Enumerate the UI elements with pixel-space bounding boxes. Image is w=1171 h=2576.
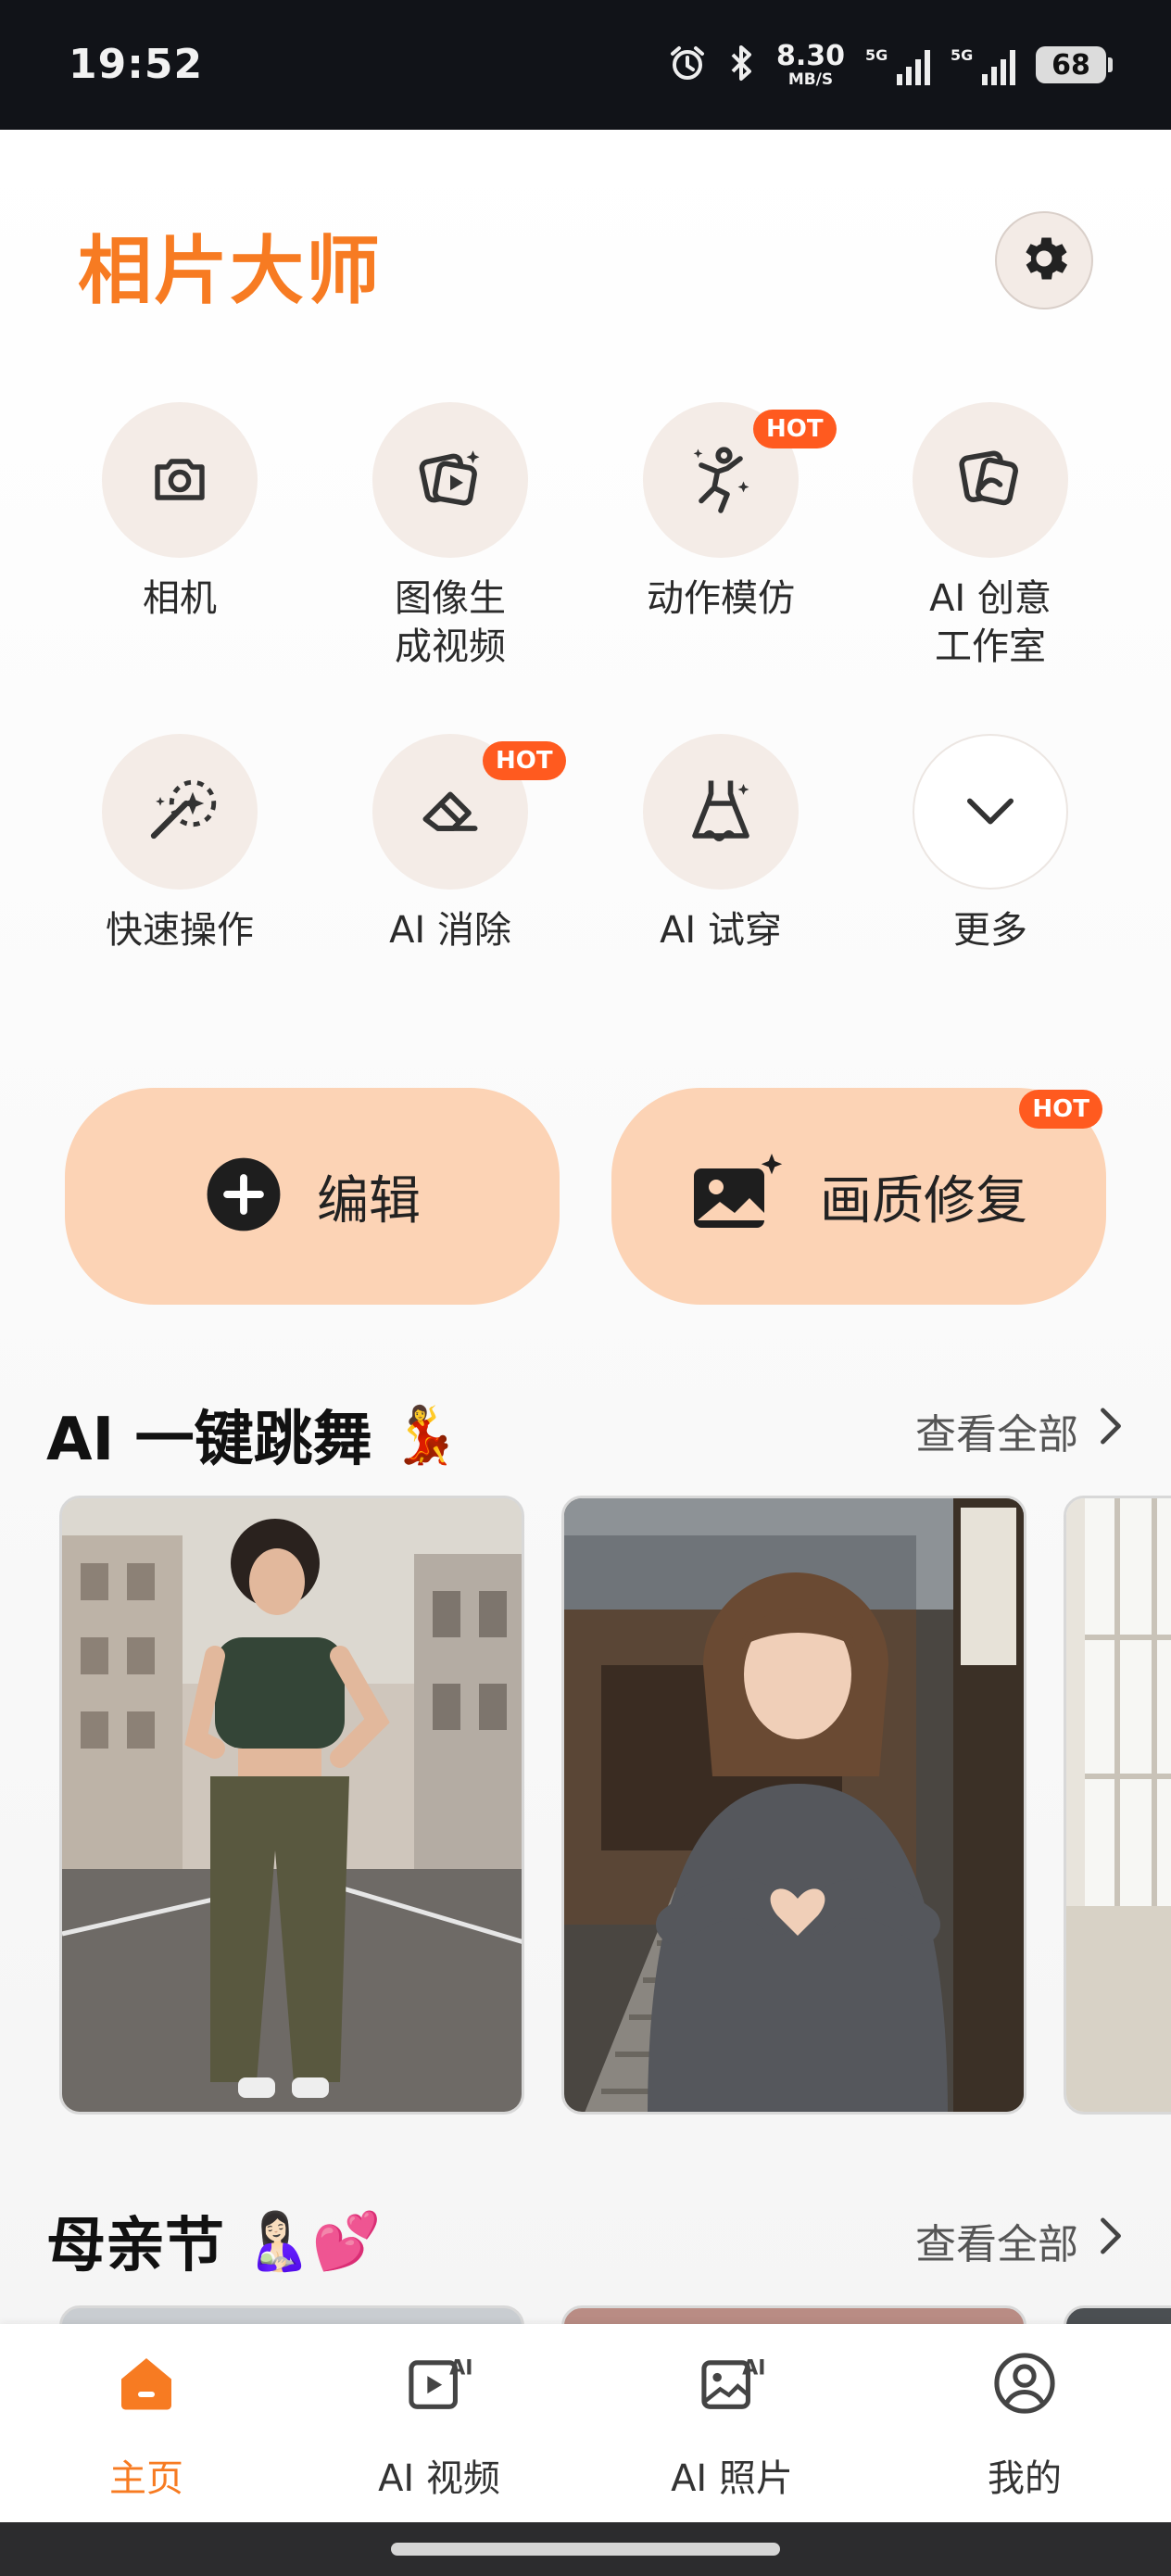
- alarm-icon: [667, 43, 708, 87]
- edit-button[interactable]: 编辑: [65, 1088, 560, 1305]
- ai-video-icon: AI: [402, 2346, 476, 2420]
- tool-action-mimic[interactable]: HOT 动作模仿: [596, 402, 846, 623]
- tool-more-circle: [913, 734, 1068, 890]
- creative-studio-icon: [951, 439, 1029, 521]
- network-type: 5G: [865, 46, 888, 64]
- speed-value: 8.30: [775, 39, 845, 72]
- profile-icon: [988, 2346, 1062, 2420]
- camera-icon: [146, 445, 213, 515]
- nav-label: AI 照片: [671, 2457, 793, 2500]
- tool-image-to-video[interactable]: 图像生 成视频: [325, 402, 575, 671]
- tool-quick-actions-circle: [102, 734, 258, 890]
- tool-label: AI 试穿: [660, 909, 782, 952]
- chevron-right-icon: [1097, 1406, 1125, 1457]
- signal-icon-2: 5G: [951, 44, 1015, 85]
- tool-label: 动作模仿: [647, 577, 795, 620]
- tool-label: 更多: [953, 909, 1027, 952]
- tool-label: 图像生 成视频: [395, 577, 506, 668]
- tool-camera-circle: [102, 402, 258, 558]
- bottom-nav: 主页 AI AI 视频 AI AI 照片 我的: [0, 2324, 1171, 2522]
- tool-label: AI 创意 工作室: [929, 577, 1051, 668]
- dance-thumbnail-temple: [564, 1498, 1024, 2112]
- home-icon: [109, 2346, 183, 2420]
- hot-badge: HOT: [483, 741, 566, 780]
- home-page: 相片大师 相机 图像生 成视频 HOT 动作模仿 AI 创意 工作室 快速操作 …: [0, 130, 1171, 2361]
- section-title-ai-dance: AI 一键跳舞 💃: [46, 1392, 460, 1477]
- nav-label: 我的: [988, 2457, 1062, 2500]
- section-title-text: AI 一键跳舞: [46, 1406, 372, 1474]
- nav-ai-video[interactable]: AI AI 视频: [293, 2324, 586, 2522]
- quality-restore-label: 画质修复: [820, 1170, 1027, 1231]
- tool-ai-eraser-circle: HOT: [372, 734, 566, 890]
- dance-video-card[interactable]: [1064, 1496, 1171, 2115]
- section-title-mothers-day: 母亲节 🤱🏻💕: [46, 2198, 381, 2283]
- svg-text:AI: AI: [449, 2356, 472, 2380]
- dance-pose-icon: [682, 439, 760, 521]
- dance-thumbnail-window: [1066, 1498, 1171, 2112]
- tool-ai-eraser[interactable]: HOT AI 消除: [325, 734, 575, 954]
- gear-icon: [1015, 230, 1073, 291]
- image-sparkle-icon: [690, 1150, 787, 1243]
- status-time: 19:52: [69, 41, 204, 88]
- signal-icon: 5G: [865, 44, 930, 85]
- nav-home[interactable]: 主页: [0, 2324, 293, 2522]
- mother-heart-emoji-icon: 🤱🏻💕: [243, 2208, 382, 2274]
- section-title-text: 母亲节: [46, 2212, 224, 2280]
- speed-unit: MB/S: [787, 69, 834, 89]
- tool-ai-creative-studio[interactable]: AI 创意 工作室: [865, 402, 1115, 671]
- network-type-2: 5G: [951, 46, 974, 64]
- network-speed: 8.30 MB/S: [775, 39, 845, 89]
- dance-video-card[interactable]: [561, 1496, 1026, 2115]
- tool-action-mimic-circle: HOT: [643, 402, 837, 558]
- battery-icon: 68: [1036, 46, 1113, 83]
- nav-profile[interactable]: 我的: [878, 2324, 1171, 2522]
- nav-label: 主页: [109, 2457, 183, 2500]
- eraser-icon: [413, 773, 487, 851]
- image-to-video-icon: [411, 439, 489, 521]
- status-icons: 8.30 MB/S 5G 5G 68: [667, 35, 1113, 95]
- chevron-right-icon: [1097, 2216, 1125, 2267]
- see-all-link-mothers-day[interactable]: 查看全部: [915, 2211, 1125, 2270]
- bluetooth-icon: [728, 43, 756, 87]
- nav-ai-photo[interactable]: AI AI 照片: [586, 2324, 878, 2522]
- home-indicator[interactable]: [391, 2543, 780, 2556]
- nav-label: AI 视频: [378, 2457, 500, 2500]
- edit-label: 编辑: [317, 1170, 421, 1231]
- hot-badge: HOT: [1019, 1090, 1102, 1129]
- tool-ai-try-on-circle: [643, 734, 799, 890]
- dance-video-card[interactable]: [59, 1496, 524, 2115]
- tool-camera[interactable]: 相机: [55, 402, 305, 623]
- see-all-label: 查看全部: [915, 2221, 1078, 2268]
- tool-ai-creative-studio-circle: [913, 402, 1068, 558]
- dance-thumbnail-street: [62, 1498, 522, 2112]
- hot-badge: HOT: [753, 410, 837, 448]
- settings-button[interactable]: [995, 211, 1093, 309]
- magic-wand-icon: [141, 771, 219, 852]
- see-all-link-ai-dance[interactable]: 查看全部: [915, 1401, 1125, 1460]
- status-bar: 19:52 8.30 MB/S 5G 5G 68: [0, 0, 1171, 130]
- tool-label: 相机: [143, 577, 217, 620]
- app-title: 相片大师: [78, 228, 382, 314]
- tool-label: 快速操作: [106, 909, 254, 952]
- tool-image-to-video-circle: [372, 402, 528, 558]
- see-all-label: 查看全部: [915, 1411, 1078, 1458]
- tool-ai-try-on[interactable]: AI 试穿: [596, 734, 846, 954]
- svg-text:AI: AI: [742, 2356, 765, 2380]
- quality-restore-button[interactable]: 画质修复 HOT: [611, 1088, 1106, 1305]
- plus-circle-icon: [204, 1155, 283, 1238]
- ai-photo-icon: AI: [695, 2346, 769, 2420]
- tool-quick-actions[interactable]: 快速操作: [55, 734, 305, 954]
- tool-label: AI 消除: [389, 909, 511, 952]
- gesture-bar: [0, 2522, 1171, 2576]
- dancer-emoji-icon: 💃: [390, 1402, 460, 1468]
- dress-icon: [682, 771, 760, 852]
- tool-more[interactable]: 更多: [865, 734, 1115, 954]
- chevron-down-icon: [955, 775, 1026, 849]
